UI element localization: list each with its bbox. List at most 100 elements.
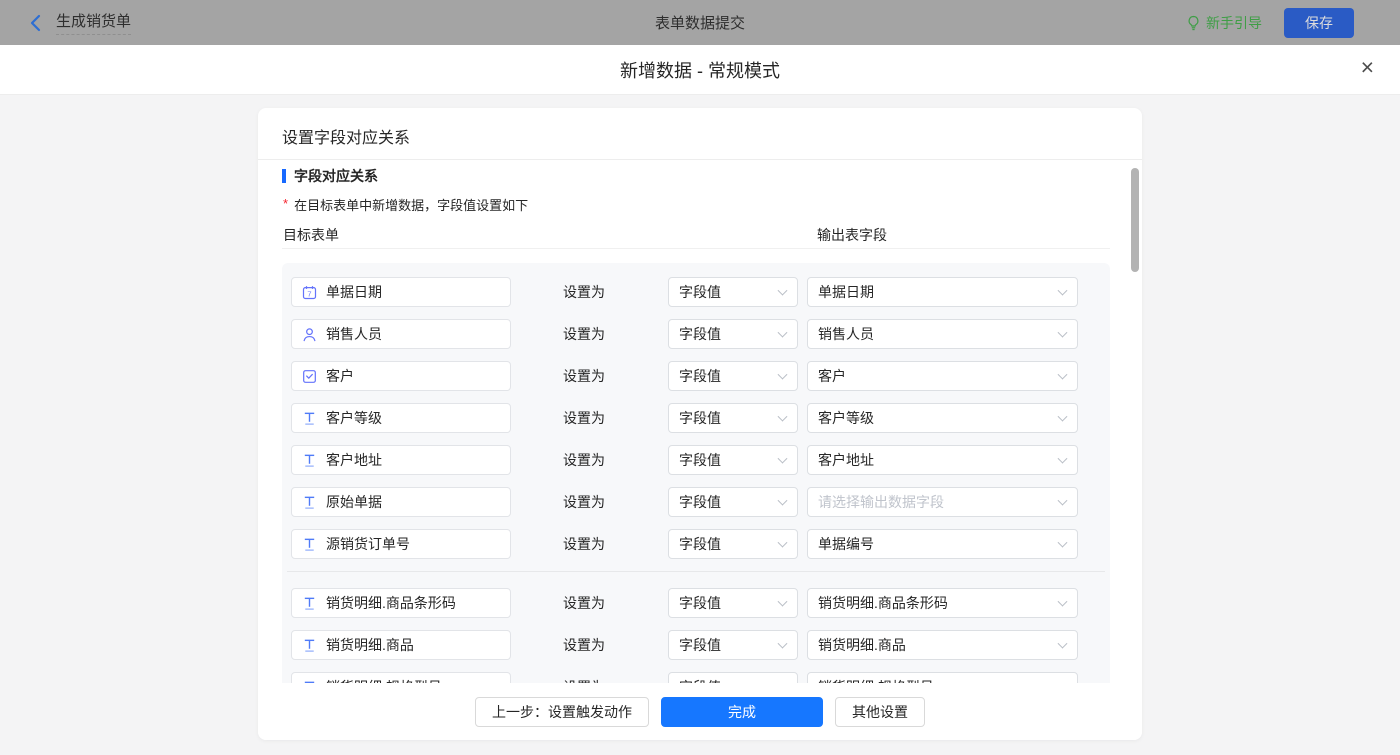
section-title: 字段对应关系 xyxy=(282,166,1118,186)
value-type-select[interactable]: 字段值 xyxy=(668,319,798,349)
target-field-box[interactable]: 客户地址 xyxy=(291,445,511,475)
value-type-select[interactable]: 字段值 xyxy=(668,361,798,391)
value-type-select[interactable]: 字段值 xyxy=(668,529,798,559)
output-field-selected: 客户 xyxy=(818,366,846,386)
output-field-select[interactable]: 客户地址 xyxy=(807,445,1078,475)
field-mapping-row: 7 单据日期 设置为 字段值 单据日期 xyxy=(282,277,1110,307)
chevron-down-icon xyxy=(778,370,788,380)
other-settings-button[interactable]: 其他设置 xyxy=(835,697,925,727)
output-field-selected: 请选择输出数据字段 xyxy=(818,492,944,512)
chevron-down-icon xyxy=(1058,538,1068,548)
select-icon xyxy=(302,369,317,384)
value-type-selected: 字段值 xyxy=(679,282,721,302)
field-mapping-row: 原始单据 设置为 字段值 请选择输出数据字段 xyxy=(282,487,1110,517)
card-header-title: 设置字段对应关系 xyxy=(258,108,1142,160)
target-field-box[interactable]: 7 单据日期 xyxy=(291,277,511,307)
column-header-target: 目标表单 xyxy=(283,225,339,245)
target-field-label: 单据日期 xyxy=(326,282,382,302)
target-field-box[interactable]: 原始单据 xyxy=(291,487,511,517)
card-body: 字段对应关系 * 在目标表单中新增数据，字段值设置如下 目标表单 输出表字段 7… xyxy=(258,160,1142,683)
output-field-selected: 销售人员 xyxy=(818,324,874,344)
beginner-guide-link[interactable]: 新手引导 xyxy=(1186,13,1262,33)
target-field-label: 客户 xyxy=(326,366,354,386)
back-icon[interactable] xyxy=(28,14,44,32)
text-icon xyxy=(302,596,317,611)
target-field-box[interactable]: 源销货订单号 xyxy=(291,529,511,559)
output-field-select[interactable]: 销货明细.商品条形码 xyxy=(807,588,1078,618)
text-icon xyxy=(302,495,317,510)
beginner-guide-label: 新手引导 xyxy=(1206,13,1262,33)
relation-label: 设置为 xyxy=(563,588,605,618)
target-field-box[interactable]: 客户等级 xyxy=(291,403,511,433)
value-type-select[interactable]: 字段值 xyxy=(668,445,798,475)
output-field-select[interactable]: 销货明细.商品 xyxy=(807,630,1078,660)
chevron-down-icon xyxy=(1058,639,1068,649)
chevron-down-icon xyxy=(1058,286,1068,296)
chevron-down-icon xyxy=(1058,597,1068,607)
required-note-text: 在目标表单中新增数据，字段值设置如下 xyxy=(294,195,528,214)
section-accent-bar xyxy=(282,169,286,183)
target-field-label: 原始单据 xyxy=(326,492,382,512)
chevron-down-icon xyxy=(778,597,788,607)
close-icon[interactable]: × xyxy=(1361,56,1374,79)
workflow-name[interactable]: 生成销货单 xyxy=(56,10,131,35)
field-group-main: 7 单据日期 设置为 字段值 单据日期 销售人员 设置为 字段值 销售人员 客户 xyxy=(282,277,1110,559)
value-type-select[interactable]: 字段值 xyxy=(668,588,798,618)
chevron-down-icon xyxy=(1058,328,1068,338)
output-field-selected: 销货明细.商品 xyxy=(818,635,906,655)
value-type-select[interactable]: 字段值 xyxy=(668,672,798,683)
target-field-label: 销售人员 xyxy=(326,324,382,344)
output-field-select[interactable]: 客户 xyxy=(807,361,1078,391)
required-asterisk: * xyxy=(283,196,288,215)
text-icon xyxy=(302,453,317,468)
relation-label: 设置为 xyxy=(563,672,605,683)
value-type-selected: 字段值 xyxy=(679,366,721,386)
value-type-selected: 字段值 xyxy=(679,534,721,554)
relation-label: 设置为 xyxy=(563,403,605,433)
chevron-down-icon xyxy=(1058,454,1068,464)
relation-label: 设置为 xyxy=(563,277,605,307)
output-field-select[interactable]: 单据编号 xyxy=(807,529,1078,559)
relation-label: 设置为 xyxy=(563,319,605,349)
previous-step-button[interactable]: 上一步：设置触发动作 xyxy=(475,697,649,727)
target-field-box[interactable]: 销货明细.商品条形码 xyxy=(291,588,511,618)
target-field-box[interactable]: 销货明细.规格型号 xyxy=(291,672,511,683)
modal-header: 新增数据 - 常规模式 × xyxy=(0,45,1400,95)
save-button[interactable]: 保存 xyxy=(1284,8,1354,38)
scrollbar-thumb[interactable] xyxy=(1131,168,1139,272)
chevron-down-icon xyxy=(1058,412,1068,422)
section-title-label: 字段对应关系 xyxy=(294,166,378,186)
chevron-down-icon xyxy=(778,496,788,506)
chevron-down-icon xyxy=(778,538,788,548)
value-type-selected: 字段值 xyxy=(679,635,721,655)
required-note: * 在目标表单中新增数据，字段值设置如下 xyxy=(283,195,1118,214)
done-button[interactable]: 完成 xyxy=(661,697,823,727)
target-field-label: 销货明细.商品 xyxy=(326,635,414,655)
output-field-select[interactable]: 请选择输出数据字段 xyxy=(807,487,1078,517)
field-mapping-row: 客户 设置为 字段值 客户 xyxy=(282,361,1110,391)
value-type-selected: 字段值 xyxy=(679,593,721,613)
output-field-selected: 销货明细.商品条形码 xyxy=(818,593,948,613)
calendar-icon: 7 xyxy=(302,285,317,300)
output-field-selected: 客户地址 xyxy=(818,450,874,470)
field-mapping-row: 销售人员 设置为 字段值 销售人员 xyxy=(282,319,1110,349)
value-type-select[interactable]: 字段值 xyxy=(668,277,798,307)
field-mapping-row: 客户地址 设置为 字段值 客户地址 xyxy=(282,445,1110,475)
target-field-box[interactable]: 客户 xyxy=(291,361,511,391)
output-field-select[interactable]: 单据日期 xyxy=(807,277,1078,307)
text-icon xyxy=(302,638,317,653)
chevron-down-icon xyxy=(778,328,788,338)
target-field-label: 源销货订单号 xyxy=(326,534,410,554)
user-icon xyxy=(302,327,317,342)
chevron-down-icon xyxy=(778,454,788,464)
value-type-select[interactable]: 字段值 xyxy=(668,630,798,660)
chevron-down-icon xyxy=(1058,496,1068,506)
target-field-box[interactable]: 销售人员 xyxy=(291,319,511,349)
target-field-box[interactable]: 销货明细.商品 xyxy=(291,630,511,660)
output-field-select[interactable]: 销售人员 xyxy=(807,319,1078,349)
output-field-select[interactable]: 客户等级 xyxy=(807,403,1078,433)
value-type-select[interactable]: 字段值 xyxy=(668,403,798,433)
output-field-select[interactable]: 销货明细.规格型号 xyxy=(807,672,1078,683)
target-field-label: 客户地址 xyxy=(326,450,382,470)
value-type-select[interactable]: 字段值 xyxy=(668,487,798,517)
